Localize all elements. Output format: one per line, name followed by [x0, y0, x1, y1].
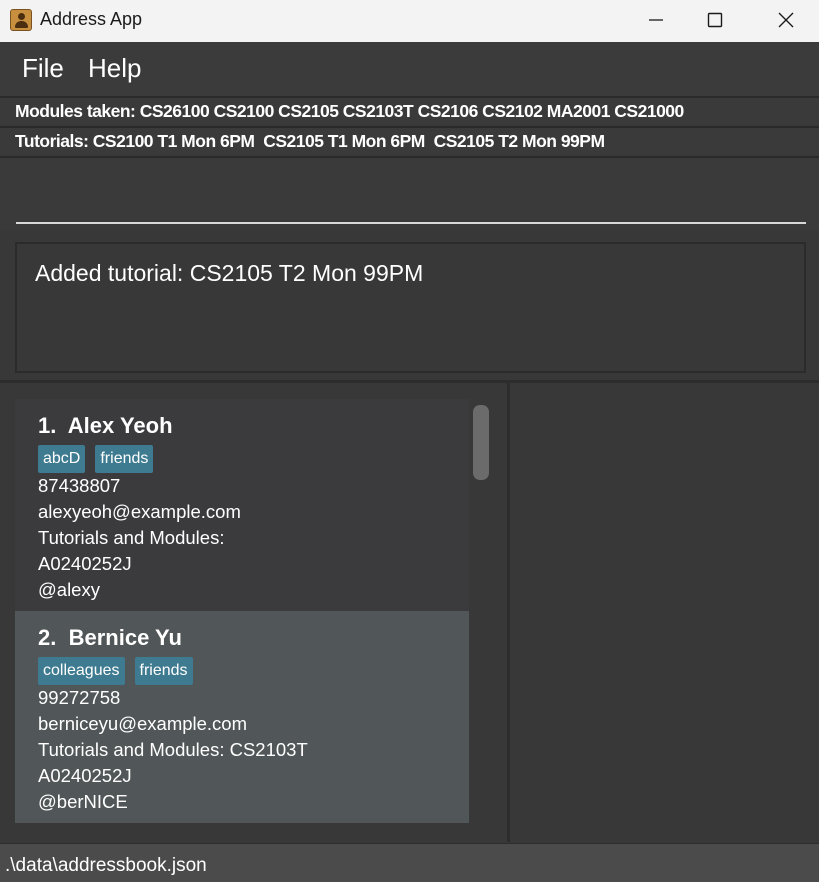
tutorials-text: Tutorials: CS2100 T1 Mon 6PM CS2105 T1 M… [15, 131, 605, 151]
tag-list: colleagues friends [38, 657, 193, 685]
window-title: Address App [40, 9, 143, 29]
tag: friends [95, 445, 154, 473]
command-input-underline [16, 222, 806, 224]
tag: abcD [38, 445, 86, 473]
person-name: 1. Alex Yeoh [38, 413, 173, 438]
tag: colleagues [38, 657, 125, 685]
tutorials-modules: Tutorials and Modules: CS2103T [38, 739, 308, 760]
divider [0, 380, 819, 383]
menu-help[interactable]: Help [88, 53, 141, 84]
maximize-button[interactable] [692, 0, 738, 40]
person-card[interactable]: 2. Bernice Yu colleagues friends 9927275… [15, 611, 469, 823]
result-display: Added tutorial: CS2105 T2 Mon 99PM [15, 242, 806, 373]
modules-taken-row: Modules taken: CS26100 CS2100 CS2105 CS2… [0, 96, 819, 125]
status-bar: .\data\addressbook.json [0, 843, 819, 882]
maximize-icon [707, 12, 723, 28]
student-id: A0240252J [38, 553, 132, 574]
address-book-icon [10, 9, 32, 31]
close-icon [778, 12, 794, 28]
close-button[interactable] [763, 0, 809, 40]
title-bar: Address App [0, 0, 819, 42]
tag: friends [134, 657, 193, 685]
modules-taken-text: Modules taken: CS26100 CS2100 CS2105 CS2… [15, 101, 684, 121]
tutorials-modules: Tutorials and Modules: [38, 527, 225, 548]
phone: 87438807 [38, 475, 121, 496]
tag-list: abcD friends [38, 445, 154, 473]
result-text: Added tutorial: CS2105 T2 Mon 99PM [35, 260, 424, 286]
email: berniceyu@example.com [38, 713, 248, 734]
person-card[interactable]: 1. Alex Yeoh abcD friends 87438807 alexy… [15, 399, 469, 611]
menu-file[interactable]: File [22, 53, 64, 84]
phone: 99272758 [38, 687, 121, 708]
telegram-handle: @alexy [38, 579, 100, 600]
minimize-button[interactable] [633, 0, 679, 40]
tutorials-row: Tutorials: CS2100 T1 Mon 6PM CS2105 T1 M… [0, 126, 819, 155]
scrollbar-thumb[interactable] [473, 405, 489, 480]
telegram-handle: @berNICE [38, 791, 128, 812]
menu-bar: File Help [0, 42, 819, 96]
minimize-icon [649, 19, 663, 21]
person-name: 2. Bernice Yu [38, 625, 182, 650]
student-id: A0240252J [38, 765, 132, 786]
save-location: .\data\addressbook.json [5, 855, 207, 876]
split-pane-divider[interactable] [507, 383, 510, 842]
email: alexyeoh@example.com [38, 501, 241, 522]
command-box[interactable] [0, 156, 819, 230]
